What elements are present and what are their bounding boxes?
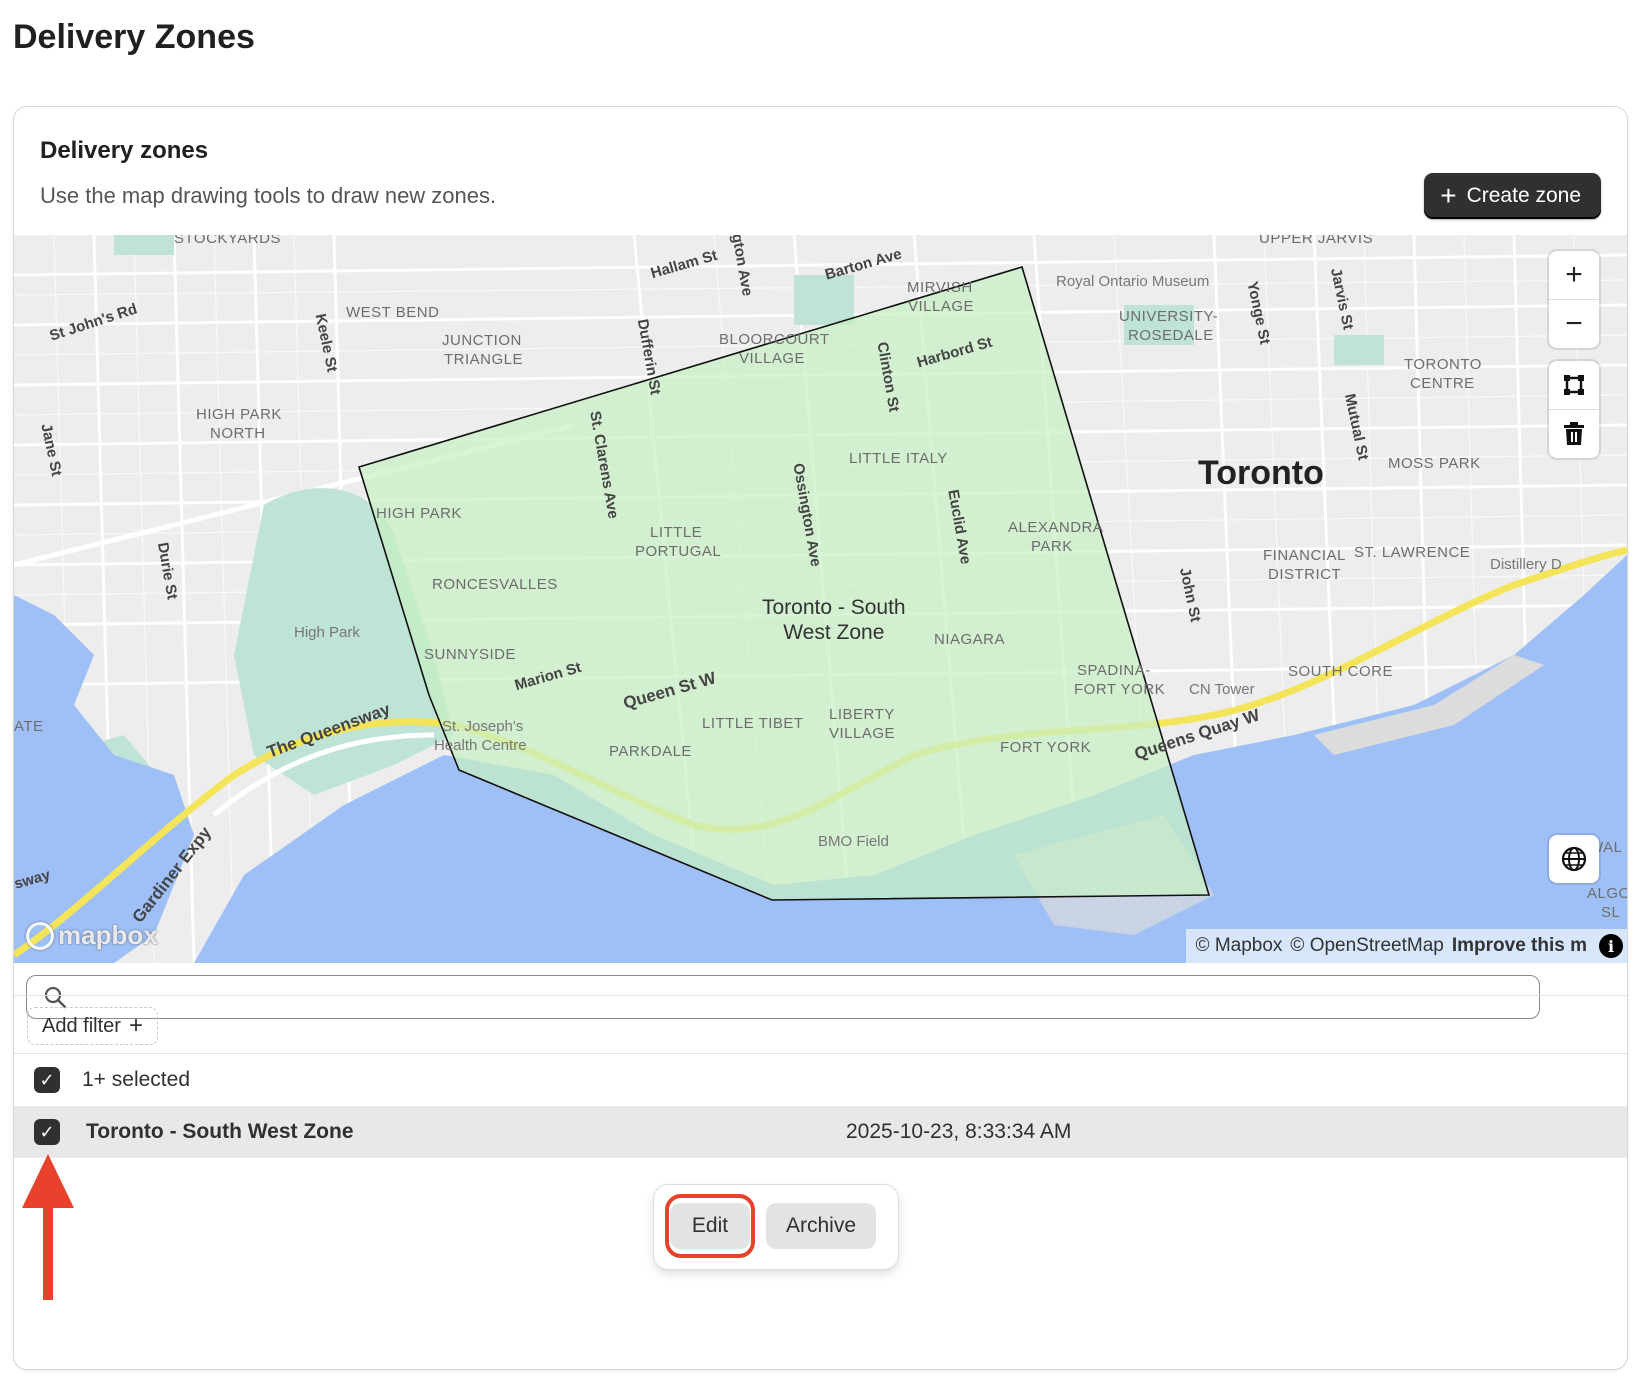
annotation-overlay [22,1154,755,1300]
arrow-annotation-head [22,1154,74,1208]
arrow-annotation-shaft [43,1206,53,1300]
edit-highlight-annotation [665,1194,755,1258]
